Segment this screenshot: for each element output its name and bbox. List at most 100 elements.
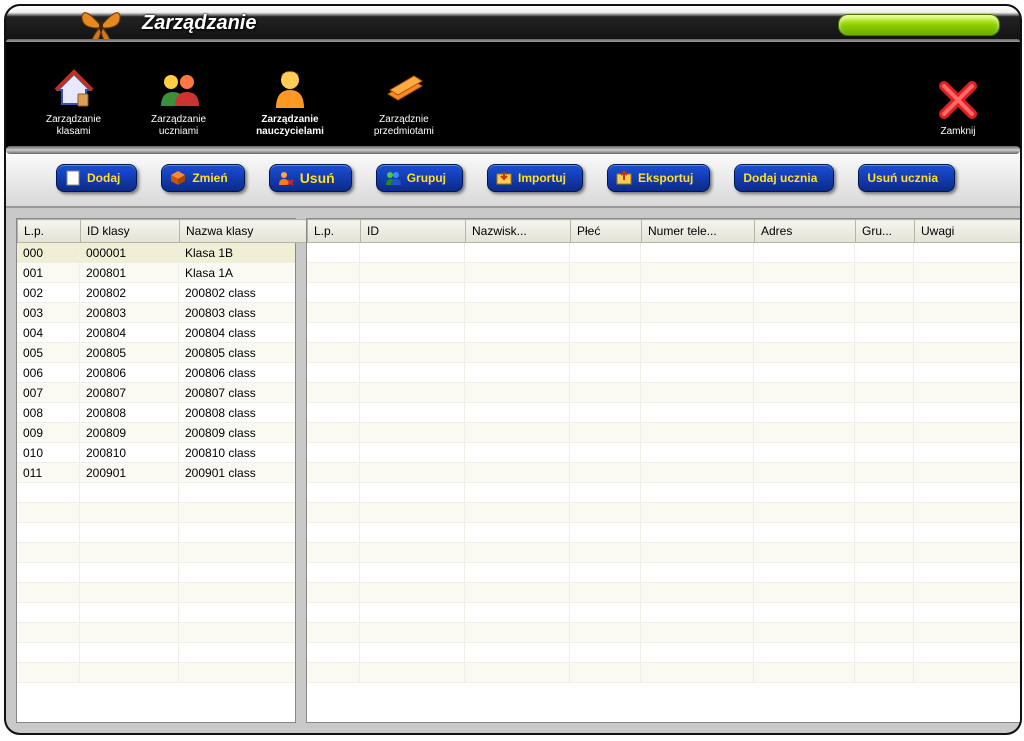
table-row[interactable]: [307, 303, 1020, 323]
table-row[interactable]: 002200802200802 class: [17, 283, 295, 303]
table-row[interactable]: [307, 283, 1020, 303]
table-row[interactable]: 003200803200803 class: [17, 303, 295, 323]
table-row[interactable]: [307, 643, 1020, 663]
table-row[interactable]: [307, 243, 1020, 263]
table-row[interactable]: [17, 563, 295, 583]
btn-label: Grupuj: [407, 171, 446, 185]
table-row[interactable]: [307, 523, 1020, 543]
title-bar: Zarządzanie: [6, 6, 1020, 42]
btn-label: Dodaj: [87, 171, 120, 185]
column-header[interactable]: Nazwisk...: [466, 220, 571, 243]
add-button[interactable]: Dodaj: [56, 164, 137, 192]
table-row[interactable]: [307, 503, 1020, 523]
table-row[interactable]: [307, 683, 1020, 684]
table-row[interactable]: [307, 543, 1020, 563]
column-header[interactable]: Uwagi: [915, 220, 1021, 243]
table-row[interactable]: [307, 663, 1020, 683]
nav-subjects[interactable]: Zarządznie przedmiotami: [374, 66, 434, 138]
content-area: L.p.ID klasyNazwa klasy 000000001Klasa 1…: [6, 208, 1020, 733]
table-row[interactable]: 008200808200808 class: [17, 403, 295, 423]
table-row[interactable]: [307, 403, 1020, 423]
people-icon: [157, 66, 201, 110]
table-row[interactable]: [17, 543, 295, 563]
table-row[interactable]: [17, 643, 295, 663]
remove-student-button[interactable]: Usuń ucznia: [858, 164, 955, 192]
books-icon: [382, 66, 426, 110]
table-row[interactable]: [17, 663, 295, 683]
nav-classes[interactable]: Zarządzanie klasami: [46, 66, 101, 138]
btn-label: Usuń: [300, 170, 335, 186]
table-row[interactable]: 009200809200809 class: [17, 423, 295, 443]
btn-label: Importuj: [518, 171, 566, 185]
page-icon: [65, 170, 81, 186]
table-row[interactable]: 000000001Klasa 1B: [17, 243, 295, 263]
class-table[interactable]: L.p.ID klasyNazwa klasy: [17, 219, 335, 243]
table-row[interactable]: [307, 443, 1020, 463]
house-icon: [52, 66, 96, 110]
table-row[interactable]: [307, 563, 1020, 583]
table-row[interactable]: [307, 623, 1020, 643]
table-row[interactable]: 001200801Klasa 1A: [17, 263, 295, 283]
table-row[interactable]: [307, 423, 1020, 443]
column-header[interactable]: Płeć: [571, 220, 642, 243]
table-row[interactable]: [17, 523, 295, 543]
detail-table[interactable]: L.p.IDNazwisk...PłećNumer tele...AdresGr…: [307, 219, 1020, 243]
table-row[interactable]: [307, 263, 1020, 283]
add-student-button[interactable]: Dodaj ucznia: [734, 164, 834, 192]
import-button[interactable]: Importuj: [487, 164, 583, 192]
table-row[interactable]: 004200804200804 class: [17, 323, 295, 343]
delete-button[interactable]: Usuń: [269, 164, 352, 192]
btn-label: Dodaj ucznia: [743, 171, 817, 185]
table-row[interactable]: [307, 323, 1020, 343]
nav-label: Zarządznie przedmiotami: [374, 114, 434, 138]
btn-label: Usuń ucznia: [867, 171, 938, 185]
table-row[interactable]: [17, 503, 295, 523]
export-button[interactable]: Eksportuj: [607, 164, 710, 192]
nav-label: Zamknij: [940, 126, 975, 138]
table-row[interactable]: [307, 363, 1020, 383]
table-row[interactable]: [307, 603, 1020, 623]
butterfly-icon: [78, 4, 124, 46]
column-header[interactable]: ID: [361, 220, 466, 243]
column-header[interactable]: Adres: [755, 220, 856, 243]
column-header[interactable]: Numer tele...: [642, 220, 755, 243]
column-header[interactable]: ID klasy: [81, 220, 180, 243]
btn-label: Eksportuj: [638, 171, 693, 185]
table-row[interactable]: [17, 683, 295, 684]
nav-close[interactable]: Zamknij: [936, 78, 980, 138]
nav-bar: Zarządzanie klasami Zarządzanie uczniami…: [6, 42, 1020, 150]
app-window: Zarządzanie Zarządzanie klasami Zarządza…: [4, 4, 1022, 735]
btn-label: Zmień: [192, 171, 227, 185]
column-header[interactable]: L.p.: [18, 220, 81, 243]
table-row[interactable]: [307, 343, 1020, 363]
table-row[interactable]: 007200807200807 class: [17, 383, 295, 403]
status-pill: [838, 14, 1000, 36]
person-x-icon: [278, 170, 294, 186]
close-icon: [936, 78, 980, 122]
table-row[interactable]: [307, 483, 1020, 503]
cube-icon: [170, 170, 186, 186]
nav-label: Zarządzanie klasami: [46, 114, 101, 138]
page-title: Zarządzanie: [142, 12, 256, 35]
group-button[interactable]: Grupuj: [376, 164, 463, 192]
table-row[interactable]: 005200805200805 class: [17, 343, 295, 363]
table-row[interactable]: [17, 583, 295, 603]
table-row[interactable]: [17, 603, 295, 623]
edit-button[interactable]: Zmień: [161, 164, 244, 192]
table-row[interactable]: [307, 383, 1020, 403]
table-row[interactable]: [17, 623, 295, 643]
nav-label: Zarządzanie uczniami: [151, 114, 206, 138]
column-header[interactable]: Gru...: [856, 220, 915, 243]
group-icon: [385, 170, 401, 186]
export-icon: [616, 170, 632, 186]
table-row[interactable]: 011200901200901 class: [17, 463, 295, 483]
column-header[interactable]: L.p.: [308, 220, 361, 243]
table-row[interactable]: [307, 463, 1020, 483]
table-row[interactable]: [307, 583, 1020, 603]
nav-students[interactable]: Zarządzanie uczniami: [151, 66, 206, 138]
table-row[interactable]: 006200806200806 class: [17, 363, 295, 383]
table-row[interactable]: 010200810200810 class: [17, 443, 295, 463]
table-row[interactable]: [17, 483, 295, 503]
nav-teachers[interactable]: Zarządzanie nauczycielami: [256, 66, 324, 138]
toolbar: Dodaj Zmień Usuń Grupuj Importuj Eksport…: [6, 150, 1020, 208]
